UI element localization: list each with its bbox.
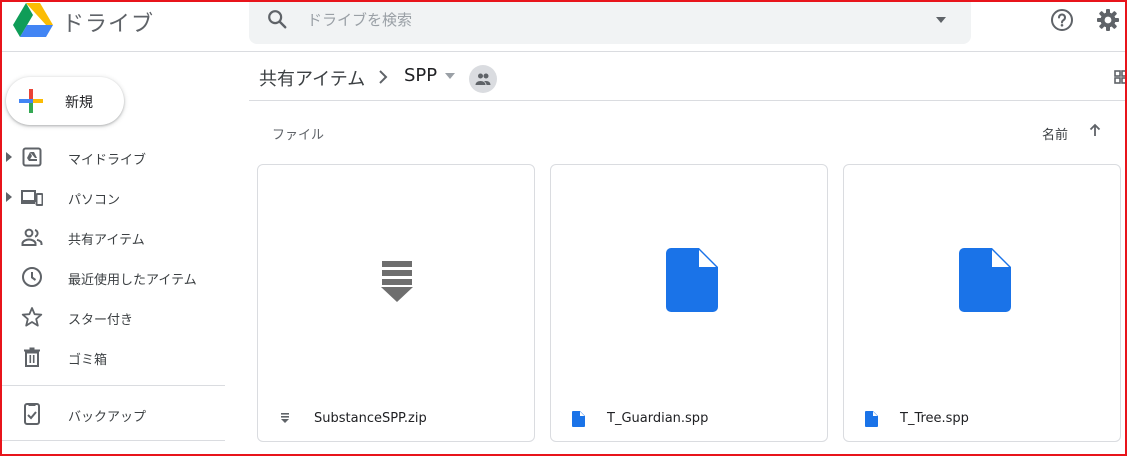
expand-arrow-icon[interactable] <box>6 192 12 202</box>
file-name: SubstanceSPP.zip <box>314 411 427 426</box>
file-card-t-guardian-spp[interactable]: T_Guardian.spp <box>550 164 828 442</box>
sidebar-item-my-drive[interactable]: マイドライブ <box>0 139 225 175</box>
search-options-caret-icon[interactable] <box>935 14 947 26</box>
sidebar-item-label: スター付き <box>68 313 134 328</box>
sidebar-item-label: 最近使用したアイテム <box>68 273 197 288</box>
plus-icon <box>19 89 43 113</box>
clock-icon <box>22 267 42 287</box>
computer-icon <box>21 190 43 206</box>
chevron-down-icon[interactable] <box>445 72 455 80</box>
people-icon <box>21 228 43 246</box>
file-thumbnail <box>551 165 827 393</box>
sidebar-divider <box>0 440 225 441</box>
main-divider <box>249 100 1127 101</box>
search-icon[interactable] <box>266 8 288 30</box>
sidebar-item-label: マイドライブ <box>68 153 147 168</box>
sidebar-item-label: 共有アイテム <box>68 233 145 248</box>
sidebar-item-label: ゴミ箱 <box>68 353 108 368</box>
zip-icon <box>381 261 413 302</box>
sidebar-item-label: バックアップ <box>68 410 147 425</box>
sidebar-item-label: パソコン <box>68 193 121 208</box>
expand-arrow-icon[interactable] <box>6 152 12 162</box>
sidebar-item-starred[interactable]: スター付き <box>0 299 225 335</box>
sidebar-item-trash[interactable]: ゴミ箱 <box>0 339 225 375</box>
drive-logo-icon[interactable] <box>13 3 53 39</box>
new-button-label: 新規 <box>65 95 93 111</box>
sidebar-item-computers[interactable]: パソコン <box>0 179 225 215</box>
arrow-up-icon[interactable] <box>1088 122 1102 138</box>
breadcrumb-root[interactable]: 共有アイテム <box>259 65 365 91</box>
file-icon <box>959 248 1011 312</box>
sort-by-name-button[interactable]: 名前 <box>1042 124 1068 143</box>
file-icon <box>666 248 718 312</box>
sidebar-item-shared[interactable]: 共有アイテム <box>0 219 225 255</box>
help-icon[interactable] <box>1050 8 1074 32</box>
zip-icon <box>281 413 289 423</box>
my-drive-icon <box>22 147 42 167</box>
star-icon <box>21 307 43 327</box>
app-title: ドライブ <box>62 12 155 37</box>
new-button[interactable]: 新規 <box>6 77 124 125</box>
backup-phone-icon <box>24 403 40 425</box>
file-thumbnail <box>844 165 1120 393</box>
file-thumbnail <box>258 165 534 393</box>
sidebar-divider <box>0 385 225 386</box>
file-name: T_Tree.spp <box>900 411 969 426</box>
search-bar[interactable] <box>249 0 971 44</box>
sidebar-item-recent[interactable]: 最近使用したアイテム <box>0 259 225 295</box>
chevron-right-icon <box>379 70 388 84</box>
gear-icon[interactable] <box>1096 8 1120 32</box>
shared-folder-button[interactable] <box>469 65 497 93</box>
breadcrumb-current[interactable]: SPP <box>404 65 437 86</box>
file-name: T_Guardian.spp <box>607 411 709 426</box>
grid-view-icon[interactable] <box>1114 70 1127 84</box>
sidebar-item-backup[interactable]: バックアップ <box>0 396 225 432</box>
files-section-label: ファイル <box>272 128 325 143</box>
trash-icon <box>24 347 40 367</box>
file-icon <box>572 411 585 427</box>
header-divider <box>0 51 1127 52</box>
file-card-substancespp-zip[interactable]: SubstanceSPP.zip <box>257 164 535 442</box>
search-input[interactable] <box>305 6 909 34</box>
file-card-t-tree-spp[interactable]: T_Tree.spp <box>843 164 1121 442</box>
people-icon <box>475 73 491 85</box>
file-icon <box>865 411 878 427</box>
